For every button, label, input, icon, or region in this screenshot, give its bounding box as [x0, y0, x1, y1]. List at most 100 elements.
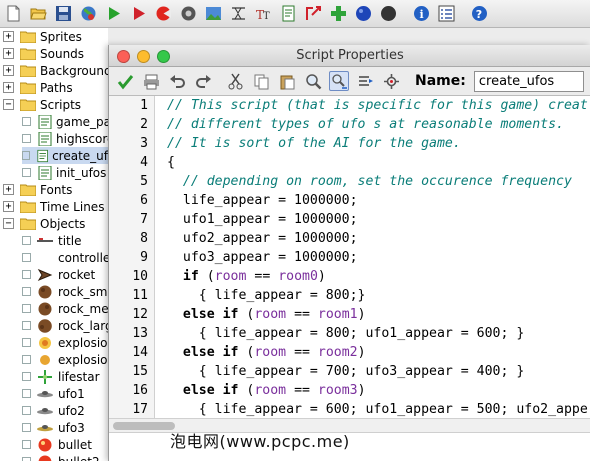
folder-icon — [20, 218, 36, 230]
tree-label: game_pa — [56, 114, 108, 129]
code-line[interactable]: ufo1_appear = 1000000; — [167, 210, 358, 229]
tree-folder-scripts[interactable]: − Scripts — [0, 96, 81, 113]
tree-item-object[interactable]: bullet — [22, 436, 92, 453]
code-line[interactable]: { — [167, 153, 175, 172]
redo-icon[interactable] — [193, 71, 213, 91]
path-icon[interactable] — [229, 4, 248, 23]
expand-plus-icon[interactable]: + — [3, 65, 14, 76]
new-icon[interactable] — [4, 4, 23, 23]
close-window-button[interactable] — [117, 50, 130, 63]
timeline-icon[interactable] — [304, 4, 323, 23]
svg-text:?: ? — [476, 8, 482, 21]
find-replace-icon[interactable] — [329, 71, 349, 91]
tree-folder-fonts[interactable]: + Fonts — [0, 181, 72, 198]
tree-item-object[interactable]: explosion_ — [22, 351, 108, 368]
tree-item-object[interactable]: bullet2 — [22, 453, 100, 461]
code-token: life_appear = 1000000; — [167, 193, 358, 208]
tree-folder-objects[interactable]: − Objects — [0, 215, 85, 232]
tree-item-object[interactable]: ufo1 — [22, 385, 85, 402]
tree-item-object[interactable]: explosion — [22, 334, 108, 351]
help-icon[interactable]: ? — [470, 4, 489, 23]
tree-label: bullet — [58, 437, 92, 452]
expand-plus-icon[interactable]: + — [3, 201, 14, 212]
tree-item-object[interactable]: ufo2 — [22, 402, 85, 419]
tree-item-script[interactable]: highscore — [22, 130, 108, 147]
line-marker-icon — [22, 304, 31, 313]
code-area[interactable]: // This script (that is specific for thi… — [161, 96, 590, 418]
code-token: room0 — [278, 269, 318, 284]
code-line[interactable]: { life_appear = 700; ufo3_appear = 400; … — [167, 362, 525, 381]
tree-item-object[interactable]: ufo3 — [22, 419, 85, 436]
sprite-icon[interactable] — [154, 4, 173, 23]
game-info-icon[interactable] — [379, 4, 398, 23]
sound-icon[interactable] — [179, 4, 198, 23]
tree-folder-backgrounds[interactable]: + Backgrounds — [0, 62, 108, 79]
undo-icon[interactable] — [167, 71, 187, 91]
background-icon[interactable] — [204, 4, 223, 23]
find-icon[interactable] — [303, 71, 323, 91]
list-icon[interactable] — [437, 4, 456, 23]
tree-folder-sounds[interactable]: + Sounds — [0, 45, 84, 62]
run-icon[interactable] — [104, 4, 123, 23]
tree-item-object[interactable]: title — [22, 232, 81, 249]
script-icon[interactable]: TT — [254, 4, 273, 23]
expand-plus-icon[interactable]: + — [3, 82, 14, 93]
collapse-minus-icon[interactable]: − — [3, 218, 14, 229]
print-icon[interactable] — [141, 71, 161, 91]
code-line[interactable]: else if (room == room2) — [167, 343, 366, 362]
tree-item-object[interactable]: controller — [22, 249, 108, 266]
code-line[interactable]: ufo2_appear = 1000000; — [167, 229, 358, 248]
room-icon[interactable] — [354, 4, 373, 23]
code-token: room — [214, 269, 247, 284]
run-debug-icon[interactable] — [129, 4, 148, 23]
tree-folder-sprites[interactable]: + Sprites — [0, 28, 82, 45]
font-icon[interactable] — [279, 4, 298, 23]
code-line[interactable]: // This script (that is specific for thi… — [167, 96, 588, 115]
save-icon[interactable] — [54, 4, 73, 23]
code-line[interactable]: { life_appear = 800; ufo1_appear = 600; … — [167, 324, 525, 343]
expand-plus-icon[interactable]: + — [3, 31, 14, 42]
tree-item-script[interactable]: game_pa — [22, 113, 108, 130]
tree-item-object[interactable]: rock_larg — [22, 317, 108, 334]
expand-plus-icon[interactable]: + — [3, 48, 14, 59]
paste-icon[interactable] — [277, 71, 297, 91]
code-line[interactable]: life_appear = 1000000; — [167, 191, 358, 210]
object-icon[interactable] — [329, 4, 348, 23]
minimize-window-button[interactable] — [137, 50, 150, 63]
line-marker-icon — [22, 168, 31, 177]
cut-icon[interactable] — [225, 71, 245, 91]
code-line[interactable]: // It is sort of the AI for the game. — [167, 134, 461, 153]
scrollbar-thumb[interactable] — [113, 422, 175, 430]
code-line[interactable]: ufo3_appear = 1000000; — [167, 248, 358, 267]
open-icon[interactable] — [29, 4, 48, 23]
tree-item-object[interactable]: lifestar — [22, 368, 100, 385]
tree-item-object[interactable]: rock_sma — [22, 283, 108, 300]
tree-folder-paths[interactable]: + Paths — [0, 79, 73, 96]
goto-line-icon[interactable] — [355, 71, 375, 91]
code-line[interactable]: else if (room == room1) — [167, 305, 366, 324]
expand-plus-icon[interactable]: + — [3, 184, 14, 195]
code-line[interactable]: // different types of ufo s at reasonabl… — [167, 115, 564, 134]
script-name-input[interactable] — [473, 70, 584, 92]
code-line[interactable]: { life_appear = 600; ufo1_appear = 500; … — [167, 400, 588, 418]
tree-folder-timelines[interactable]: + Time Lines — [0, 198, 104, 215]
collapse-minus-icon[interactable]: − — [3, 99, 14, 110]
publish-icon[interactable] — [79, 4, 98, 23]
code-editor[interactable]: 1 2 3 4 5 6 7 8 9 10 11 12 13 14 15 16 17 // This script… — [109, 95, 590, 461]
tree-label: Fonts — [40, 182, 73, 197]
zoom-window-button[interactable] — [157, 50, 170, 63]
syntax-check-icon[interactable] — [381, 71, 401, 91]
tree-item-script[interactable]: init_ufos — [22, 164, 106, 181]
code-line[interactable]: { life_appear = 800;} — [167, 286, 366, 305]
copy-icon[interactable] — [251, 71, 271, 91]
settings-icon[interactable]: i — [412, 4, 431, 23]
tree-item-script-selected[interactable]: create_uf — [22, 147, 108, 164]
tree-label: Backgrounds — [40, 63, 108, 78]
line-marker-icon — [22, 406, 31, 415]
checkmark-icon[interactable] — [115, 71, 135, 91]
code-line[interactable]: // depending on room, set the occurence … — [167, 172, 572, 191]
code-line[interactable]: if (room == room0) — [167, 267, 326, 286]
tree-item-object[interactable]: rocket — [22, 266, 95, 283]
code-line[interactable]: else if (room == room3) — [167, 381, 366, 400]
tree-item-object[interactable]: rock_med — [22, 300, 108, 317]
